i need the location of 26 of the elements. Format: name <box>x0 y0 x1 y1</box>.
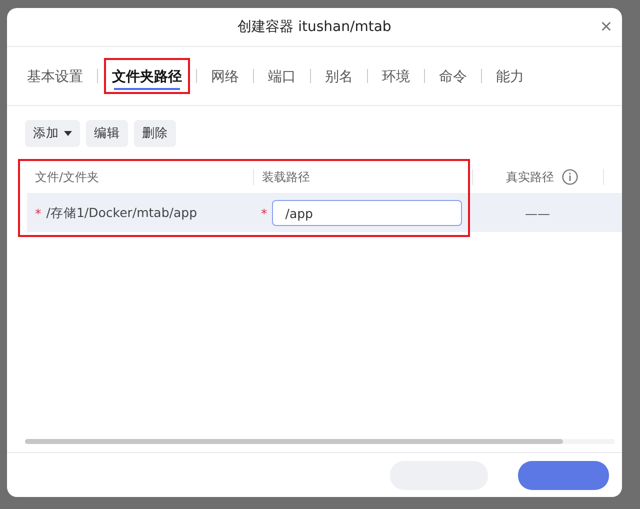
close-button[interactable]: × <box>598 17 614 37</box>
column-header: 真实路径 <box>506 169 554 185</box>
tab[interactable]: 基本设置 <box>19 58 91 94</box>
column-header: 装载路径 <box>253 169 472 185</box>
caret-icon <box>64 131 72 136</box>
tab[interactable]: 别名 <box>317 58 361 94</box>
column-header: 文件/文件夹 <box>34 169 100 185</box>
table-cell: /存储1/Docker/mtab/app <box>46 204 198 222</box>
dialog-title: 创建容器 itushan/mtab <box>238 18 392 36</box>
tab[interactable]: 环境 <box>374 58 418 94</box>
toolbar-button[interactable]: 编辑 <box>86 120 128 147</box>
tab[interactable]: 能力 <box>488 58 532 94</box>
tab[interactable]: 文件夹路径 <box>104 58 190 94</box>
scrollbar[interactable] <box>25 439 615 444</box>
toolbar-button[interactable]: 删除 <box>134 120 176 147</box>
tab[interactable]: 网络 <box>203 58 247 94</box>
confirm-button[interactable] <box>518 460 609 490</box>
table-cell: —— <box>525 206 550 220</box>
info-icon[interactable] <box>562 169 578 185</box>
add-dropdown-button[interactable]: 添加 <box>25 120 80 147</box>
tab[interactable]: 命令 <box>431 58 475 94</box>
mount-path-field[interactable]: /app <box>272 200 462 226</box>
tab[interactable]: 端口 <box>260 58 304 94</box>
required-mark: * <box>35 206 42 220</box>
required-mark: * <box>261 206 268 220</box>
table-row[interactable]: * /存储1/Docker/mtab/app * /app —— <box>27 194 622 232</box>
